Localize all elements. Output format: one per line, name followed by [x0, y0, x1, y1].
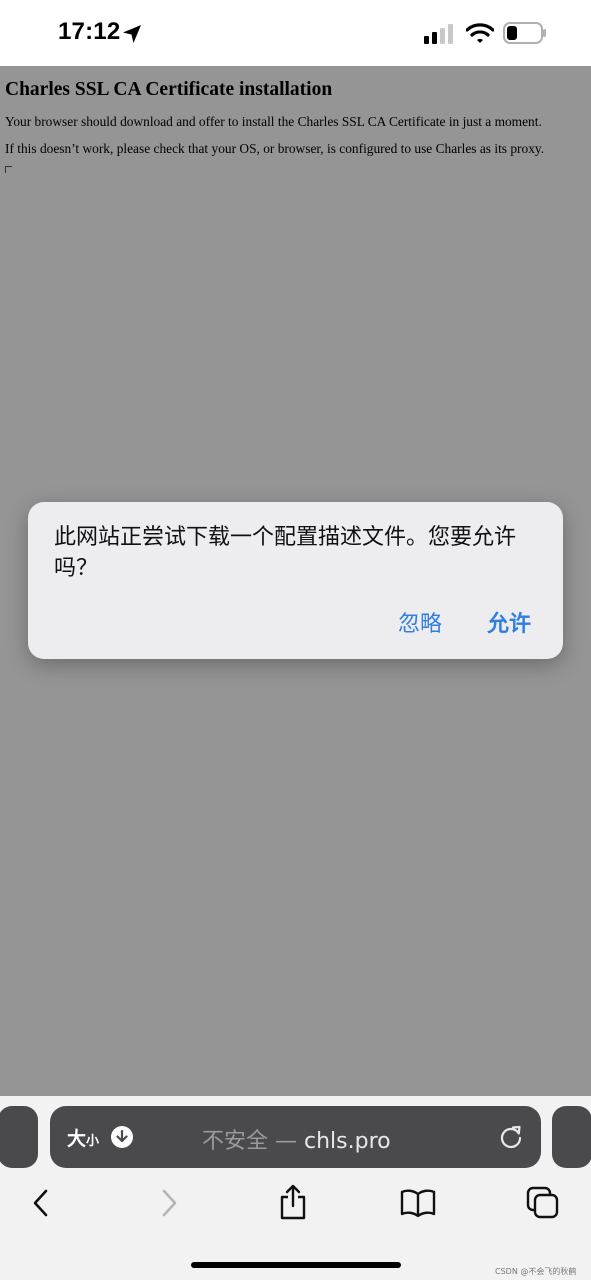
- broken-image-icon: [5, 166, 12, 173]
- allow-button[interactable]: 允许: [487, 606, 531, 638]
- page-title: Charles SSL CA Certificate installation: [5, 79, 333, 100]
- location-arrow-icon: [123, 25, 141, 43]
- reload-icon[interactable]: [498, 1124, 524, 1150]
- previous-tab-peek[interactable]: [0, 1106, 38, 1168]
- share-icon[interactable]: [278, 1184, 308, 1220]
- browser-bottom-bar: 大小 不安全 — chls.pro: [0, 1096, 591, 1280]
- status-time: 17:12: [58, 18, 121, 45]
- bookmarks-icon[interactable]: [400, 1188, 436, 1218]
- next-tab-peek[interactable]: [552, 1106, 591, 1168]
- status-bar: 17:12: [0, 0, 591, 66]
- page-paragraph: If this doesn’t work, please check that …: [5, 141, 545, 156]
- text-size-button[interactable]: 大小: [67, 1124, 99, 1151]
- cellular-signal-icon: [424, 24, 453, 44]
- tabs-icon[interactable]: [526, 1186, 560, 1220]
- url-display[interactable]: 不安全 — chls.pro: [202, 1123, 391, 1155]
- wifi-icon: [466, 23, 494, 43]
- alert-message: 此网站正尝试下载一个配置描述文件。您要允许吗？: [54, 525, 517, 581]
- battery-icon: [503, 22, 546, 44]
- download-icon[interactable]: [110, 1125, 134, 1149]
- page-paragraph: Your browser should download and offer t…: [5, 114, 542, 129]
- forward-icon[interactable]: [156, 1188, 182, 1218]
- back-icon[interactable]: [28, 1188, 54, 1218]
- home-indicator: [191, 1262, 401, 1268]
- download-profile-alert: 此网站正尝试下载一个配置描述文件。您要允许吗？ 忽略 允许: [28, 502, 563, 659]
- address-bar[interactable]: 大小 不安全 — chls.pro: [50, 1106, 541, 1168]
- watermark: CSDN @不会飞的秋鹤: [495, 1267, 577, 1276]
- ignore-button[interactable]: 忽略: [398, 606, 442, 638]
